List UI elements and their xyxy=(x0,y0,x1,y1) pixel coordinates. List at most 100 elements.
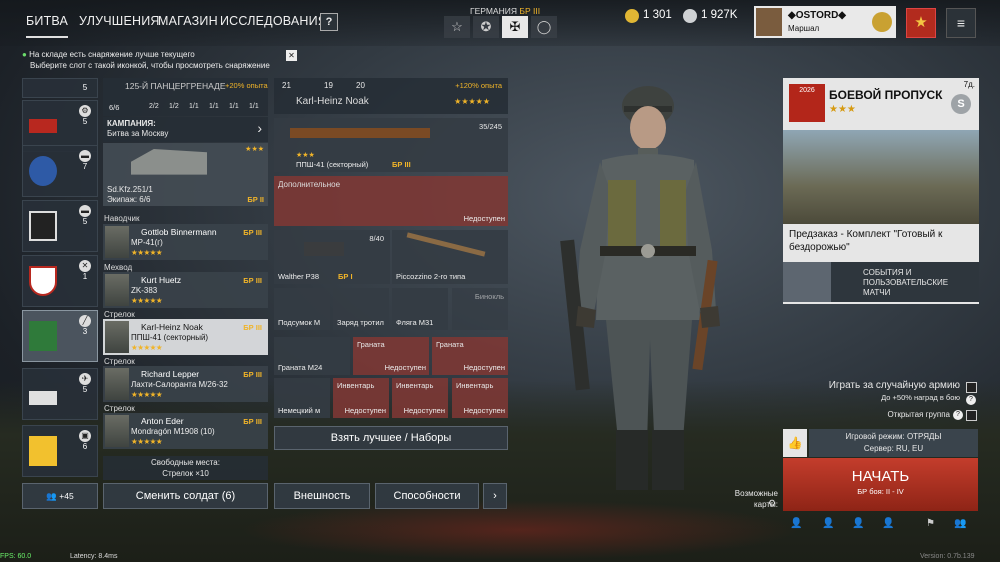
open-group-checkbox[interactable] xyxy=(966,410,977,421)
inventory-slot-2[interactable]: Инвентарь Недоступен xyxy=(333,378,389,418)
nation-button-1[interactable]: ☆ xyxy=(444,16,470,38)
inventory-slot-1[interactable]: Немецкий м xyxy=(274,378,330,418)
item-slot-1[interactable]: Подсумок М xyxy=(274,288,330,330)
tank-icon: ▬ xyxy=(79,205,91,217)
gear-icon[interactable]: ⚙ xyxy=(768,498,776,509)
campaign-selector[interactable]: КАМПАНИЯ: Битва за Москву › xyxy=(103,117,268,142)
offer-text[interactable]: Предзаказ - Комплект "Готовый к бездорож… xyxy=(789,228,973,254)
item-slot-3[interactable]: Фляга M31 xyxy=(392,288,448,330)
soldier-role-4: Стрелок xyxy=(104,357,135,366)
take-best-button[interactable]: Взять лучшее / Наборы xyxy=(274,426,508,450)
grenade-name: Граната xyxy=(436,340,464,349)
version-label: Version: 0.7b.139 xyxy=(920,553,975,560)
nation-button-4[interactable]: ◯ xyxy=(531,16,557,38)
item-slot-4[interactable]: Бинокль xyxy=(452,288,508,330)
game-server: Сервер: RU, EU xyxy=(863,444,924,453)
nation-br: БР III xyxy=(519,6,541,16)
add-friend-icon[interactable]: 👤 xyxy=(790,518,802,529)
vehicle-card[interactable]: ★★★ Sd.Kfz.251/1 Экипаж: 6/6 БР II xyxy=(103,143,268,206)
plane-icon: ✈ xyxy=(79,373,91,385)
soldier-card-3[interactable]: Karl-Heinz Noak ППШ-41 (секторный) ★★★★★ БР… xyxy=(103,319,268,355)
soldier-card-5[interactable]: Anton Eder Mondragón M1908 (10) ★★★★★ БР II… xyxy=(103,413,268,449)
soldier-role-1: Наводчик xyxy=(104,214,140,223)
nation-button-2[interactable]: ✪ xyxy=(473,16,499,38)
portrait xyxy=(105,274,129,306)
squad-item-3[interactable]: ▬ 7 xyxy=(22,145,98,197)
grenade-slot-3[interactable]: Граната Недоступен xyxy=(432,337,508,375)
change-soldiers-button[interactable]: Сменить солдат (6) xyxy=(103,483,268,509)
soldier-card-1[interactable]: Gottlob Binnermann MP-41(г) ★★★★★ БР III xyxy=(103,224,268,260)
add-friend-icon[interactable]: 👤 xyxy=(882,518,894,529)
help-icon[interactable]: ? xyxy=(966,395,976,405)
squad-side: ✕ 1 xyxy=(77,260,93,281)
sidearm-slot[interactable]: 8/40 Walther P38 БР I xyxy=(274,230,390,284)
soldier-card-2[interactable]: Kurt Huetz ZK-383 ★★★★★ БР III xyxy=(103,272,268,308)
start-button[interactable]: НАЧАТЬ БР боя: II - IV xyxy=(783,458,978,511)
squad-item-7[interactable]: ✈ 5 xyxy=(22,368,98,420)
notice-close-button[interactable]: ✕ xyxy=(286,50,297,61)
add-friend-icon[interactable]: 👤 xyxy=(822,518,834,529)
smg-icon xyxy=(290,128,430,138)
grenade-slot-1[interactable]: Граната M24 xyxy=(274,337,350,375)
item-name: Подсумок М xyxy=(278,318,321,327)
squad-item-8[interactable]: ▣ 6 xyxy=(22,425,98,477)
battle-pass-badge-icon: 2026 xyxy=(789,84,825,122)
tab-research[interactable]: ИССЛЕДОВАНИЯ xyxy=(220,14,327,28)
help-icon[interactable]: ? xyxy=(953,410,963,420)
squad-size: 6/6 xyxy=(109,103,120,112)
squad-item-4[interactable]: ▬ 5 xyxy=(22,200,98,252)
gold-amount: 1 301 xyxy=(643,9,672,21)
soldier-card-4[interactable]: Richard Lepper Лахти-Салоранта М/26-32 ★★★… xyxy=(103,366,268,402)
tab-upgrades[interactable]: УЛУЧШЕНИЯ xyxy=(79,14,160,28)
item-name: Фляга M31 xyxy=(396,318,434,327)
detail-stars: ★★★★★ xyxy=(454,97,490,106)
detail-bonus: +120% опыта xyxy=(455,81,502,90)
appearance-button[interactable]: Внешность xyxy=(274,483,370,509)
help-button[interactable]: ? xyxy=(320,13,338,31)
inventory-slot-4[interactable]: Инвентарь Недоступен xyxy=(452,378,508,418)
inventory-name: Инвентарь xyxy=(396,381,434,390)
menu-icon[interactable]: ≡ xyxy=(946,8,976,38)
squad-emblem-icon xyxy=(29,266,57,296)
flag-icon[interactable]: ⚑ xyxy=(926,518,935,529)
inventory-slot-3[interactable]: Инвентарь Недоступен xyxy=(392,378,448,418)
nation-button-germany[interactable]: ✠ xyxy=(502,16,528,38)
random-army-checkbox[interactable] xyxy=(966,382,977,393)
squad-item-1[interactable]: 5 xyxy=(22,78,98,98)
profile-card[interactable]: ◆OSTORD◆ Маршал xyxy=(754,6,896,38)
primary-weapon-slot[interactable]: 35/245 ★★★ ППШ-41 (секторный) БР III xyxy=(274,118,508,172)
grenade-slot-2[interactable]: Граната Недоступен xyxy=(353,337,429,375)
soldier-weapon: MP-41(г) xyxy=(131,238,163,247)
extra-weapon-slot[interactable]: Дополнительное Недоступен xyxy=(274,176,508,226)
squad-side: ▬ 7 xyxy=(77,150,93,171)
halftrack-icon xyxy=(131,149,207,175)
tab-battle[interactable]: БИТВА xyxy=(26,14,69,38)
latency-counter: Latency: 8.4ms xyxy=(70,553,118,560)
primary-name: ППШ-41 (секторный) xyxy=(296,160,369,169)
pickaxe-icon xyxy=(406,232,486,257)
soldier-name: Gottlob Binnermann xyxy=(141,227,217,237)
squad-item-6[interactable]: ╱ 3 xyxy=(22,310,98,362)
abilities-button[interactable]: Способности xyxy=(375,483,479,509)
detail-stat-3: 20 xyxy=(356,81,365,90)
item-slot-2[interactable]: Заряд тротил xyxy=(333,288,389,330)
add-friend-icon[interactable]: 👤 xyxy=(852,518,864,529)
grenade-name: Граната xyxy=(357,340,385,349)
group-icon[interactable]: 👥 xyxy=(954,518,966,529)
squad-emblem-icon xyxy=(29,211,57,241)
vehicle-br: БР II xyxy=(247,195,264,204)
squads-manage-button[interactable]: 👥 +45 xyxy=(22,483,98,509)
tab-shop[interactable]: МАГАЗИН xyxy=(158,14,218,28)
game-mode-selector[interactable]: Игровой режим: ОТРЯДЫ Сервер: RU, EU xyxy=(809,429,978,457)
more-button[interactable]: › xyxy=(483,483,507,509)
battle-pass-timer: 7д. xyxy=(963,80,975,89)
grenade-name: Граната M24 xyxy=(278,363,323,372)
notice-dot-icon: ● xyxy=(22,50,27,59)
soldier-role-5: Стрелок xyxy=(104,404,135,413)
squad-item-5[interactable]: ✕ 1 xyxy=(22,255,98,307)
melee-slot[interactable]: Piccozzino 2-го типа xyxy=(392,230,508,284)
medal-icon[interactable]: ★ xyxy=(906,8,936,38)
game-mode: Игровой режим: ОТРЯДЫ xyxy=(845,432,942,441)
like-icon[interactable]: 👍 xyxy=(783,429,807,457)
events-button[interactable]: СОБЫТИЯ И ПОЛЬЗОВАТЕЛЬСКИЕ МАТЧИ xyxy=(783,262,979,302)
